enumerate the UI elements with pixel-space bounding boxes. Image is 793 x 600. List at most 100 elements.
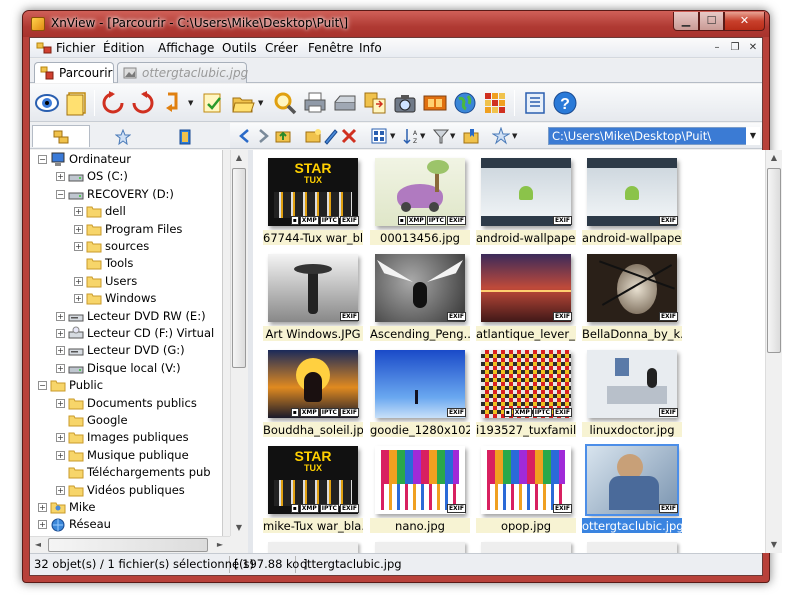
tree-item[interactable]: + Program Files — [30, 221, 222, 238]
tree-item[interactable]: + Vidéos publiques — [30, 482, 222, 499]
scroll-left-button[interactable]: ◄ — [30, 537, 46, 553]
thumbnail-item[interactable]: EXIF android-wallpape... — [476, 158, 576, 248]
thumbnail-item[interactable]: STAR TUX ▪ XMP IPTC EXIF mike-Tux war_bla... — [263, 446, 363, 536]
search-icon[interactable] — [272, 90, 298, 116]
tab-favorites[interactable] — [94, 125, 152, 147]
tree-item[interactable]: + Users — [30, 273, 222, 290]
thumbnail-item[interactable]: EXIF opop.jpg — [476, 446, 576, 536]
expand-icon[interactable]: + — [56, 398, 65, 408]
grid-vertical-scrollbar[interactable]: ▲ ▼ — [765, 150, 782, 553]
rename-icon[interactable] — [322, 127, 340, 145]
thumbnail-item[interactable]: EXIF nano.jpg — [370, 446, 470, 536]
menu-edition[interactable]: Édition — [103, 41, 145, 55]
new-folder-icon[interactable] — [304, 127, 322, 145]
collapse-icon[interactable]: − — [38, 381, 47, 391]
rotate-right-icon[interactable] — [130, 90, 156, 116]
tree-item[interactable]: − Ordinateur — [30, 151, 222, 168]
tree-item[interactable]: − Public — [30, 377, 222, 394]
delete-icon[interactable] — [340, 127, 358, 145]
menu-fichier[interactable]: Fichier — [56, 41, 95, 55]
forward-icon[interactable] — [254, 127, 272, 145]
page-icon[interactable] — [64, 90, 90, 116]
path-dropdown[interactable]: ▼ — [746, 127, 760, 145]
title-bar[interactable]: XnView - [Parcourir - C:\Users\Mike\Desk… — [23, 11, 769, 37]
open-dropdown[interactable]: ▼ — [258, 100, 266, 107]
folder-tree[interactable]: − Ordinateur + OS (C:) − RECOVERY (D:) + dell + P… — [30, 150, 223, 552]
thumbnail-item[interactable]: EXIF Ascending_Peng... — [370, 254, 470, 344]
tree-item[interactable]: + Lecteur DVD (G:) — [30, 342, 222, 359]
open-folder-icon[interactable] — [230, 90, 256, 116]
expand-icon[interactable]: + — [56, 172, 65, 182]
menu-affichage[interactable]: Affichage — [158, 41, 214, 55]
rotate-left-icon[interactable] — [100, 90, 126, 116]
expand-icon[interactable]: + — [56, 433, 65, 443]
help-icon[interactable]: ? — [552, 90, 578, 116]
maximize-button[interactable]: ☐ — [699, 12, 724, 31]
tree-item[interactable]: + Documents publics — [30, 395, 222, 412]
tree-item[interactable]: + Réseau — [30, 516, 222, 533]
menu-outils[interactable]: Outils — [222, 41, 257, 55]
scanner-icon[interactable] — [332, 90, 358, 116]
up-folder-icon[interactable] — [274, 127, 292, 145]
mdi-minimize-button[interactable]: – — [710, 41, 724, 55]
thumbnail-item[interactable]: ▪ XMP IPTC EXIF 00013456.jpg — [370, 158, 470, 248]
thumbnail-item[interactable]: ▪ XMP IPTC EXIF Bouddha_soleil.jpg — [263, 350, 363, 440]
expand-icon[interactable]: + — [56, 485, 65, 495]
menu-info[interactable]: Info — [359, 41, 382, 55]
scroll-thumb[interactable] — [48, 538, 208, 552]
thumbnail-item[interactable]: EXIF BellaDonna_by_k... — [582, 254, 682, 344]
expand-icon[interactable]: + — [56, 346, 65, 356]
expand-icon[interactable]: + — [74, 294, 83, 304]
expand-icon[interactable]: + — [56, 311, 65, 321]
sort-dropdown[interactable]: ▼ — [420, 133, 428, 140]
scroll-up-button[interactable]: ▲ — [231, 150, 247, 166]
filter-dropdown[interactable]: ▼ — [450, 133, 458, 140]
expand-icon[interactable]: + — [74, 207, 83, 217]
sort-icon[interactable]: AZ — [402, 127, 420, 145]
expand-icon[interactable]: + — [74, 276, 83, 286]
collapse-icon[interactable]: − — [38, 155, 47, 164]
close-button[interactable]: ✕ — [724, 12, 765, 31]
thumbnail-item[interactable]: EXIF android-wallpape... — [582, 158, 682, 248]
filter-icon[interactable] — [432, 127, 450, 145]
expand-icon[interactable]: + — [38, 503, 47, 512]
scroll-thumb[interactable] — [767, 168, 781, 353]
tab-categories[interactable] — [156, 125, 214, 147]
view-mode-icon[interactable] — [370, 127, 388, 145]
expand-icon[interactable]: + — [74, 242, 83, 251]
refresh-icon[interactable] — [160, 90, 186, 116]
eye-icon[interactable] — [34, 90, 60, 116]
tab-image[interactable]: ottergtaclubic.jpg — [117, 62, 248, 83]
expand-icon[interactable]: + — [74, 224, 83, 234]
thumbnail-item[interactable]: EXIF Art Windows.JPG — [263, 254, 363, 344]
scroll-thumb[interactable] — [232, 168, 246, 368]
path-input[interactable]: C:\Users\Mike\Desktop\Puit\ — [548, 127, 755, 145]
grid-icon[interactable] — [482, 90, 508, 116]
print-icon[interactable] — [302, 90, 328, 116]
convert-icon[interactable] — [362, 90, 388, 116]
mdi-restore-button[interactable]: ❐ — [728, 41, 742, 55]
expand-icon[interactable]: + — [56, 450, 65, 460]
collapse-icon[interactable]: − — [56, 189, 65, 199]
expand-icon[interactable]: + — [56, 329, 65, 338]
scroll-right-button[interactable]: ► — [212, 537, 228, 553]
back-icon[interactable] — [236, 127, 254, 145]
thumbnail-item[interactable]: EXIF goodie_1280x102... — [370, 350, 470, 440]
menu-creer[interactable]: Créer — [265, 41, 298, 55]
globe-icon[interactable] — [452, 90, 478, 116]
bookmark-folder-icon[interactable] — [462, 127, 480, 145]
tree-item[interactable]: + Musique publique — [30, 447, 222, 464]
tree-item[interactable]: Google — [30, 412, 222, 429]
tab-parcourir[interactable]: Parcourir — [34, 62, 114, 83]
tree-item[interactable]: + Mike — [30, 499, 222, 516]
tree-item[interactable]: + Lecteur DVD RW (E:) — [30, 308, 222, 325]
tree-item[interactable]: Tools — [30, 255, 222, 272]
scroll-down-button[interactable]: ▼ — [766, 537, 782, 553]
tree-vertical-scrollbar[interactable]: ▲ ▼ — [230, 150, 247, 536]
camera-icon[interactable] — [392, 90, 418, 116]
thumbnail-item[interactable]: STAR TUX ▪ XMP IPTC EXIF 67744-Tux war_bl... — [263, 158, 363, 248]
refresh-dropdown[interactable]: ▼ — [188, 100, 196, 107]
tree-item[interactable]: + dell — [30, 203, 222, 220]
mdi-close-button[interactable]: ✕ — [746, 41, 760, 55]
filmstrip-icon[interactable] — [422, 90, 448, 116]
